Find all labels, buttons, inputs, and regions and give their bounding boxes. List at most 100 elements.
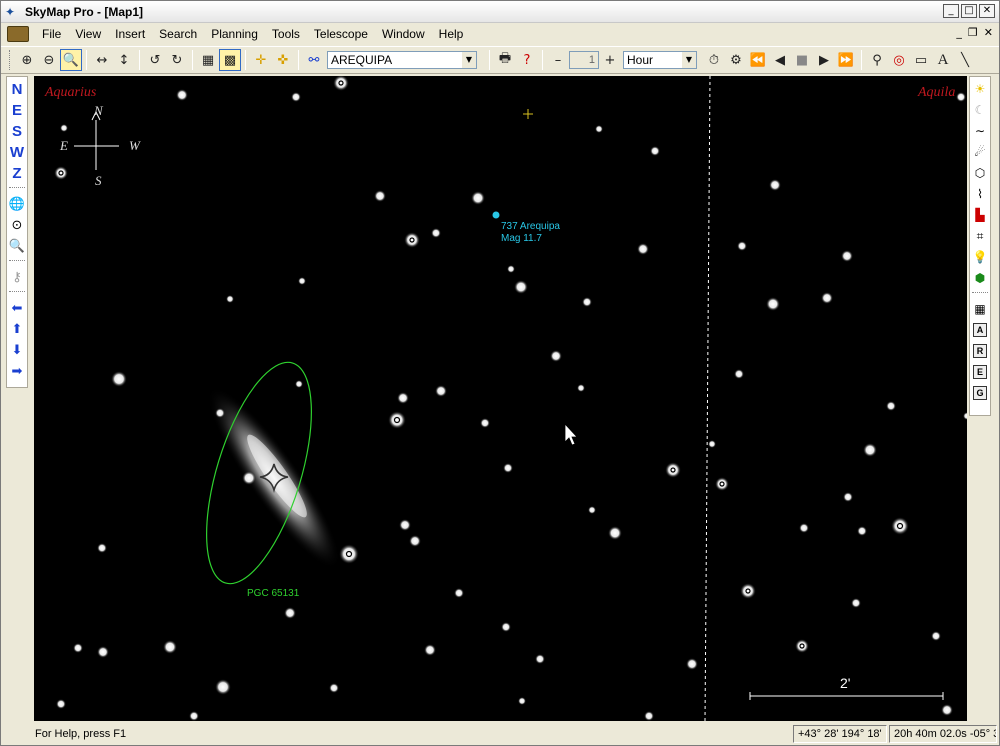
scale-bar-label: 2' [840, 675, 851, 691]
center-object-icon[interactable]: ✛ [250, 49, 272, 71]
menu-window[interactable]: Window [375, 27, 432, 41]
compass-rose [74, 110, 119, 170]
document-menu-icon[interactable] [7, 26, 29, 42]
time-unit-value: Hour [627, 53, 654, 67]
moon-icon[interactable]: ☾ [975, 100, 986, 121]
rotate-right-icon[interactable]: ↻ [166, 49, 188, 71]
menu-file[interactable]: File [35, 27, 68, 41]
toolbar-separator [861, 50, 862, 70]
toolbar-grip [972, 292, 988, 296]
telescope-icon[interactable]: ⚲ [866, 49, 888, 71]
asteroid-marker[interactable] [492, 211, 500, 219]
step-plus-button[interactable]: + [599, 49, 621, 71]
line-tool-icon[interactable]: ╲ [954, 49, 976, 71]
mdi-controls: _ ❐ ✕ [956, 26, 993, 39]
galaxy-image [207, 386, 341, 570]
menu-tools[interactable]: Tools [265, 27, 307, 41]
arrow-down-icon[interactable]: ⬇ [12, 340, 23, 361]
view-north-button[interactable]: N [12, 79, 23, 100]
object-search-combo[interactable]: AREQUIPA ▼ [327, 51, 477, 69]
animate-icon[interactable]: ⚙ [725, 49, 747, 71]
zoom-area-icon[interactable]: 🔍 [60, 49, 82, 71]
step-forward-icon[interactable]: ▶ [813, 49, 835, 71]
camera-icon[interactable]: ⌗ [977, 226, 984, 247]
label-g-button[interactable]: G [973, 386, 987, 400]
minimize-button[interactable]: _ [943, 4, 959, 18]
comet-icon[interactable]: ☄ [975, 142, 986, 163]
menu-view[interactable]: View [68, 27, 108, 41]
status-bar: For Help, press F1 +43° 28' 194° 18' 20h… [1, 723, 999, 745]
text-tool-icon[interactable]: A [932, 49, 954, 71]
label-a-button[interactable]: A [973, 323, 987, 337]
arrow-right-icon[interactable]: ➡ [12, 361, 23, 382]
menu-insert[interactable]: Insert [108, 27, 152, 41]
label-e-button[interactable]: E [973, 365, 987, 379]
chart-icon[interactable]: ▙ [975, 205, 984, 226]
galaxy-label[interactable]: PGC 65131 [247, 588, 299, 600]
close-button[interactable]: ✕ [979, 4, 995, 18]
mdi-restore-icon[interactable]: ❐ [968, 26, 978, 39]
constellation-lines-icon[interactable]: ⌇ [977, 184, 983, 205]
arrow-up-icon[interactable]: ⬆ [12, 319, 23, 340]
chevron-down-icon[interactable]: ▼ [462, 52, 476, 68]
binoculars-search-icon[interactable]: ⚯ [303, 49, 325, 71]
view-west-button[interactable]: W [10, 142, 24, 163]
color-palette-icon[interactable]: ⬢ [975, 268, 985, 289]
step-back-icon[interactable]: ◀ [769, 49, 791, 71]
pan-horizontal-icon[interactable]: ↔ [91, 49, 113, 71]
title-bar[interactable]: ✦ SkyMap Pro - [Map1] _ □ ✕ [1, 1, 999, 23]
compass-icon[interactable]: ⊙ [12, 215, 23, 236]
stop-icon[interactable]: ■ [791, 49, 813, 71]
sky-map-canvas[interactable]: Aquarius Aquila N S E W 737 Arequipa Mag… [34, 76, 967, 721]
asteroid-magnitude: Mag 11.7 [501, 233, 542, 244]
asteroid-label[interactable]: 737 Arequipa Mag 11.7 [501, 221, 560, 245]
view-east-button[interactable]: E [12, 100, 22, 121]
chevron-down-icon[interactable]: ▼ [682, 52, 696, 68]
rectangle-tool-icon[interactable]: ▭ [910, 49, 932, 71]
lightbulb-icon[interactable]: 💡 [973, 247, 988, 268]
track-object-icon[interactable]: ✜ [272, 49, 294, 71]
view-zenith-button[interactable]: Z [12, 163, 21, 184]
arrow-left-icon[interactable]: ⬅ [12, 298, 23, 319]
toolbar-grip [9, 260, 25, 264]
target-icon[interactable]: ◎ [888, 49, 910, 71]
grid-toggle-icon[interactable]: ▦ [974, 299, 985, 320]
key-icon[interactable]: ⚷ [12, 267, 22, 288]
star-field [54, 76, 967, 721]
constellation-boundary-icon[interactable]: ⬡ [975, 163, 985, 184]
grid-icon[interactable]: ▦ [197, 49, 219, 71]
right-toolbar: ☀ ☾ ∼ ☄ ⬡ ⌇ ▙ ⌗ 💡 ⬢ ▦ A R E G [969, 76, 991, 416]
label-r-button[interactable]: R [973, 344, 987, 358]
menu-telescope[interactable]: Telescope [307, 27, 375, 41]
target-crosshair [523, 109, 533, 119]
milky-way-icon[interactable]: ∼ [975, 121, 985, 142]
toolbar-separator [489, 50, 490, 70]
fast-forward-icon[interactable]: ⏩ [835, 49, 857, 71]
menu-help[interactable]: Help [432, 27, 471, 41]
zoom-out-icon[interactable]: ⊖ [38, 49, 60, 71]
time-step-field[interactable]: 1 [569, 51, 599, 69]
zoom-in-icon[interactable]: ⊕ [16, 49, 38, 71]
globe-icon[interactable]: 🌐 [9, 194, 25, 215]
mdi-minimize-icon[interactable]: _ [956, 26, 962, 39]
radec-readout: 20h 40m 02.0s -05° 3 [889, 725, 997, 743]
sun-icon[interactable]: ☀ [975, 79, 986, 100]
time-unit-select[interactable]: Hour ▼ [623, 51, 697, 69]
rotate-left-icon[interactable]: ↺ [144, 49, 166, 71]
rewind-icon[interactable]: ⏪ [747, 49, 769, 71]
object-search-value: AREQUIPA [331, 53, 393, 67]
menu-search[interactable]: Search [152, 27, 204, 41]
print-icon[interactable]: 🖶 [494, 49, 516, 71]
maximize-button[interactable]: □ [961, 4, 977, 18]
context-help-icon[interactable]: ? [516, 49, 538, 71]
step-minus-button[interactable]: – [547, 49, 569, 71]
window-title: SkyMap Pro - [Map1] [25, 4, 144, 19]
view-south-button[interactable]: S [12, 121, 22, 142]
magnifier-icon[interactable]: 🔍 [9, 236, 25, 257]
image-overlay-icon[interactable]: ▩ [219, 49, 241, 71]
mdi-close-icon[interactable]: ✕ [984, 26, 993, 39]
toolbar-grip[interactable] [9, 50, 12, 70]
menu-planning[interactable]: Planning [204, 27, 265, 41]
pan-vertical-icon[interactable]: ↕ [113, 49, 135, 71]
clock-icon[interactable]: ⏱ [703, 49, 725, 71]
